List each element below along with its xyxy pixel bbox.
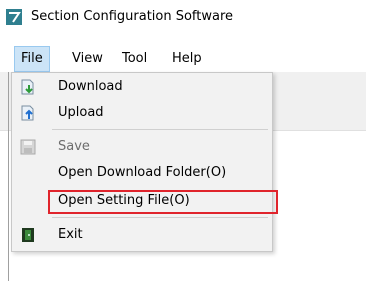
menu-item-label: Download [58, 79, 123, 94]
highlight-box [48, 190, 278, 214]
menu-help[interactable]: Help [166, 46, 208, 72]
menu-item-save: Save [12, 135, 272, 159]
menu-item-download[interactable]: Download [12, 75, 272, 99]
save-icon [20, 139, 36, 155]
exit-icon [22, 228, 34, 242]
menu-item-label: Exit [58, 227, 83, 242]
upload-icon [21, 105, 34, 121]
menu-view[interactable]: View [66, 46, 109, 72]
panel-divider [8, 72, 9, 281]
menu-tool[interactable]: Tool [116, 46, 153, 72]
app-window: Section Configuration Software File View… [0, 0, 366, 281]
menu-item-label: Open Download Folder(O) [58, 165, 227, 180]
menu-item-exit[interactable]: Exit [12, 223, 272, 247]
app-logo-icon [6, 9, 22, 25]
menu-item-open-download-folder[interactable]: Open Download Folder(O) [12, 161, 272, 185]
download-icon [21, 79, 34, 95]
menu-item-label: Upload [58, 105, 104, 120]
menu-separator [52, 129, 268, 130]
menu-file[interactable]: File [14, 46, 50, 72]
menu-item-label: Save [58, 139, 90, 154]
window-title: Section Configuration Software [31, 9, 234, 24]
file-menu-dropdown: Download Upload Save Open Download Folde… [11, 72, 278, 252]
menu-bar: File View Tool Help [0, 46, 366, 72]
menu-separator [52, 217, 268, 218]
menu-item-upload[interactable]: Upload [12, 101, 272, 125]
title-bar: Section Configuration Software [0, 0, 366, 36]
